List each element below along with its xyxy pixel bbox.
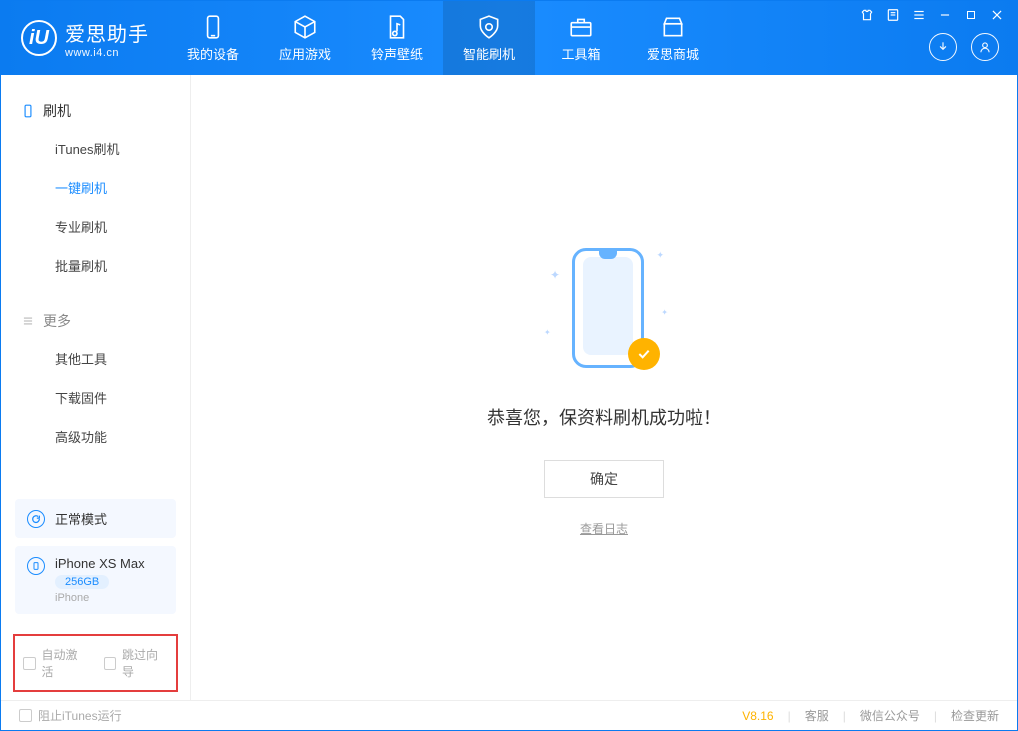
sidebar-item-pro-flash[interactable]: 专业刷机	[1, 207, 190, 246]
app-name: 爱思助手	[65, 18, 149, 47]
window-controls	[859, 7, 1005, 23]
tab-label: 我的设备	[187, 44, 239, 63]
app-url: www.i4.cn	[65, 47, 149, 59]
version-label: V8.16	[742, 709, 773, 723]
device-icon	[21, 104, 35, 118]
menu-icon[interactable]	[911, 7, 927, 23]
sidebar-item-itunes-flash[interactable]: iTunes刷机	[1, 129, 190, 168]
app-header: iU 爱思助手 www.i4.cn 我的设备 应用游戏 铃声壁纸 智能刷机 工具…	[1, 1, 1017, 75]
auto-activate-checkbox[interactable]: 自动激活	[23, 646, 88, 680]
device-type: iPhone	[55, 592, 145, 604]
wechat-link[interactable]: 微信公众号	[860, 707, 920, 724]
device-info-card[interactable]: iPhone XS Max 256GB iPhone	[15, 546, 176, 614]
checkbox-label: 跳过向导	[122, 646, 168, 680]
sidebar: 刷机 iTunes刷机 一键刷机 专业刷机 批量刷机 更多 其他工具 下载固件 …	[1, 75, 191, 700]
sidebar-group-more: 更多	[1, 303, 190, 339]
view-log-link[interactable]: 查看日志	[580, 520, 628, 537]
sidebar-item-advanced[interactable]: 高级功能	[1, 417, 190, 456]
group-title: 更多	[43, 311, 71, 331]
logo: iU 爱思助手 www.i4.cn	[1, 1, 167, 75]
block-itunes-checkbox[interactable]: 阻止iTunes运行	[19, 707, 122, 724]
tab-my-device[interactable]: 我的设备	[167, 1, 259, 75]
sidebar-group-flash: 刷机	[1, 93, 190, 129]
success-message: 恭喜您，保资料刷机成功啦！	[487, 404, 721, 430]
header-right	[859, 1, 1017, 75]
check-update-link[interactable]: 检查更新	[951, 707, 999, 724]
tab-toolbox[interactable]: 工具箱	[535, 1, 627, 75]
device-name: iPhone XS Max	[55, 556, 145, 571]
store-icon	[660, 14, 686, 40]
check-badge-icon	[628, 338, 660, 370]
device-mode-label: 正常模式	[55, 509, 107, 528]
shield-refresh-icon	[476, 14, 502, 40]
music-file-icon	[384, 14, 410, 40]
sidebar-item-other-tools[interactable]: 其他工具	[1, 339, 190, 378]
confirm-button[interactable]: 确定	[544, 460, 664, 498]
sidebar-item-download-firmware[interactable]: 下载固件	[1, 378, 190, 417]
sidebar-item-onekey-flash[interactable]: 一键刷机	[1, 168, 190, 207]
tab-label: 智能刷机	[463, 44, 515, 63]
success-illustration: ✦ ✦ ✦ ✦	[544, 238, 664, 388]
main-content: ✦ ✦ ✦ ✦ 恭喜您，保资料刷机成功啦！ 确定 查看日志	[191, 75, 1017, 700]
options-highlight-box: 自动激活 跳过向导	[13, 634, 178, 692]
list-icon	[21, 314, 35, 328]
maximize-button[interactable]	[963, 7, 979, 23]
refresh-icon	[27, 510, 45, 528]
tab-flash[interactable]: 智能刷机	[443, 1, 535, 75]
tab-apps-games[interactable]: 应用游戏	[259, 1, 351, 75]
tab-label: 工具箱	[561, 44, 600, 63]
logo-icon: iU	[21, 20, 57, 56]
checkbox-icon	[104, 657, 117, 670]
tab-ringtone-wallpaper[interactable]: 铃声壁纸	[351, 1, 443, 75]
tab-store[interactable]: 爱思商城	[627, 1, 719, 75]
phone-small-icon	[27, 557, 45, 575]
device-mode-card[interactable]: 正常模式	[15, 499, 176, 538]
checkbox-label: 自动激活	[42, 646, 88, 680]
cube-icon	[292, 14, 318, 40]
toolbox-icon	[568, 14, 594, 40]
close-button[interactable]	[989, 7, 1005, 23]
top-tabs: 我的设备 应用游戏 铃声壁纸 智能刷机 工具箱 爱思商城	[167, 1, 719, 75]
download-button[interactable]	[929, 33, 957, 61]
feedback-icon[interactable]	[885, 7, 901, 23]
skin-icon[interactable]	[859, 7, 875, 23]
tab-label: 应用游戏	[279, 44, 331, 63]
device-capacity: 256GB	[55, 575, 109, 589]
sidebar-item-batch-flash[interactable]: 批量刷机	[1, 246, 190, 285]
tab-label: 爱思商城	[647, 44, 699, 63]
group-title: 刷机	[43, 101, 71, 121]
phone-icon	[200, 14, 226, 40]
skip-guide-checkbox[interactable]: 跳过向导	[104, 646, 169, 680]
checkbox-icon	[23, 657, 36, 670]
checkbox-label: 阻止iTunes运行	[38, 707, 122, 724]
footer: 阻止iTunes运行 V8.16 | 客服 | 微信公众号 | 检查更新	[1, 700, 1017, 730]
checkbox-icon	[19, 709, 32, 722]
minimize-button[interactable]	[937, 7, 953, 23]
tab-label: 铃声壁纸	[371, 44, 423, 63]
account-button[interactable]	[971, 33, 999, 61]
customer-service-link[interactable]: 客服	[805, 707, 829, 724]
